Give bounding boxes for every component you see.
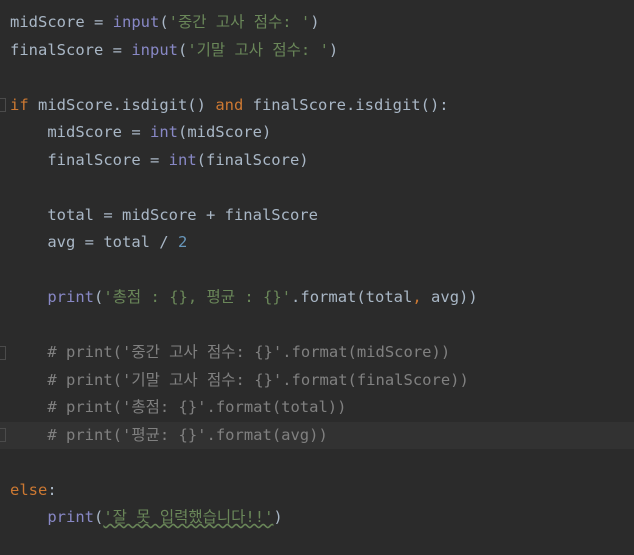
code-token: if — [10, 95, 38, 114]
code-token: ) — [328, 40, 339, 59]
code-token: avg = total / — [47, 233, 178, 251]
code-token: '총점 : {}, 평균 : {}' — [103, 288, 292, 306]
code-line[interactable]: print('총점 : {}, 평균 : {}'.format(total, a… — [10, 284, 478, 311]
fold-marker-icon[interactable] — [0, 428, 6, 442]
code-token: ) — [273, 508, 283, 526]
code-token: # print('총점: {}'.format(total)) — [47, 398, 347, 416]
code-token: (midScore) — [177, 123, 272, 141]
code-line[interactable]: # print('기말 고사 점수: {}'.format(finalScore… — [10, 367, 469, 394]
code-token: else — [10, 480, 48, 499]
code-line[interactable]: total = midScore + finalScore — [10, 202, 318, 229]
code-token: ( — [94, 508, 104, 526]
code-line[interactable]: print('잘 못 입력했습니다!!') — [10, 504, 283, 531]
code-token: 2 — [177, 233, 188, 251]
code-token: '잘 못 입력했습니다!!' — [103, 508, 274, 526]
code-token: input — [112, 13, 160, 31]
code-token: int — [149, 123, 178, 141]
code-token: finalScore = — [10, 40, 132, 59]
code-token: finalScore = — [47, 150, 169, 169]
code-token: finalScore.isdigit(): — [252, 95, 449, 114]
code-token: : — [47, 480, 57, 499]
code-token: '중간 고사 점수: ' — [168, 13, 311, 31]
code-token: , — [412, 288, 432, 306]
code-line[interactable]: if midScore.isdigit() and finalScore.isd… — [10, 92, 449, 119]
code-token: midScore = — [47, 123, 150, 141]
code-token: input — [131, 40, 178, 59]
code-token: # print('중간 고사 점수: {}'.format(midScore)) — [47, 343, 451, 361]
code-line[interactable]: midScore = input('중간 고사 점수: ') — [10, 9, 320, 36]
code-line[interactable]: finalScore = int(finalScore) — [10, 147, 309, 174]
code-token: ( — [159, 13, 169, 31]
code-token: print — [47, 508, 94, 526]
code-token: '기말 고사 점수: ' — [187, 40, 329, 59]
code-token: # print('평균: {}'.format(avg)) — [47, 425, 328, 444]
fold-marker-icon[interactable] — [0, 346, 6, 360]
code-token: total = midScore + finalScore — [47, 205, 318, 224]
code-token: # print('기말 고사 점수: {}'.format(finalScore… — [47, 370, 469, 389]
code-token: (finalScore) — [196, 150, 309, 169]
fold-marker-icon[interactable] — [0, 98, 6, 112]
code-token: ( — [94, 288, 104, 306]
code-token: ) — [310, 13, 320, 31]
code-token: midScore.isdigit() — [38, 95, 216, 114]
code-line[interactable]: # print('평균: {}'.format(avg)) — [10, 422, 328, 449]
code-line[interactable]: # print('총점: {}'.format(total)) — [10, 394, 346, 421]
code-line[interactable]: finalScore = input('기말 고사 점수: ') — [10, 37, 338, 64]
code-token: .format(total — [291, 288, 413, 306]
code-token: print — [47, 288, 94, 306]
code-line[interactable]: # print('중간 고사 점수: {}'.format(midScore)) — [10, 339, 450, 366]
code-editor[interactable]: midScore = input('중간 고사 점수: ') finalScore… — [0, 0, 634, 555]
code-line[interactable]: else: — [10, 477, 57, 504]
code-token: int — [168, 150, 197, 169]
code-line[interactable]: midScore = int(midScore) — [10, 119, 271, 146]
code-token: midScore = — [10, 13, 113, 31]
code-token: avg)) — [431, 288, 478, 306]
code-token: and — [215, 95, 253, 114]
code-line[interactable]: avg = total / 2 — [10, 229, 187, 256]
code-token: ( — [178, 40, 188, 59]
